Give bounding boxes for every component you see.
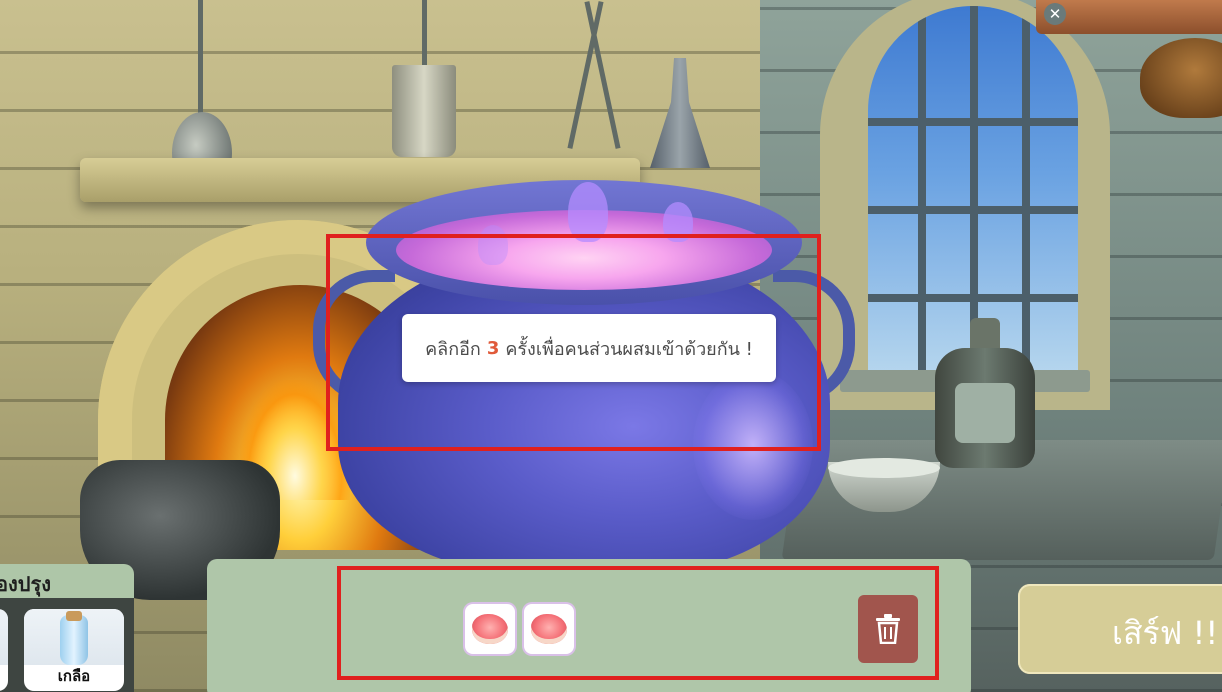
salt-bottle-icon — [60, 615, 88, 665]
steam — [478, 225, 508, 265]
ingredient-image — [24, 609, 124, 665]
jar-label — [955, 383, 1015, 443]
close-icon[interactable]: ✕ — [1044, 3, 1066, 25]
stir-instruction: คลิกอีก 3 ครั้งเพื่อคนส่วนผสมเข้าด้วยกัน… — [402, 314, 776, 382]
added-ingredient-slot[interactable] — [465, 604, 515, 654]
utensil-hook — [198, 0, 203, 120]
trash-button[interactable] — [858, 595, 918, 663]
steam — [568, 182, 608, 242]
instruction-suffix: ครั้งเพื่อคนส่วนผสมเข้าด้วยกัน ! — [505, 338, 753, 360]
window-mullion — [868, 206, 1078, 214]
ingredient-image — [0, 609, 8, 665]
instruction-prefix: คลิกอีก — [425, 338, 481, 360]
recipe-panel-title: องปรุง — [0, 572, 51, 596]
mix-panel — [207, 559, 971, 692]
bowl-rim — [828, 458, 940, 478]
kitchen-scene: คลิกอีก 3 ครั้งเพื่อคนส่วนผสมเข้าด้วยกัน… — [0, 0, 1222, 692]
hanging-cup — [392, 65, 456, 157]
ingredient-card-salt[interactable]: เกลือ — [24, 609, 124, 691]
meat-icon — [472, 614, 508, 644]
window-mullion — [918, 6, 926, 378]
window-mullion — [868, 118, 1078, 126]
added-ingredient-slot[interactable] — [524, 604, 574, 654]
steam — [663, 202, 693, 242]
ceramic-jar — [935, 308, 1035, 468]
serve-button-label: เสิร์ฟ !! — [1112, 614, 1219, 652]
meat-icon — [531, 614, 567, 644]
trash-icon — [876, 614, 900, 644]
ingredient-card-partial[interactable] — [0, 609, 8, 691]
clicks-remaining: 3 — [486, 337, 500, 359]
window-mullion — [868, 294, 1078, 302]
utensil-hook — [422, 0, 427, 70]
bottle-cork — [66, 611, 82, 621]
ingredient-label: เกลือ — [28, 665, 120, 687]
cauldron-glow — [693, 370, 813, 520]
